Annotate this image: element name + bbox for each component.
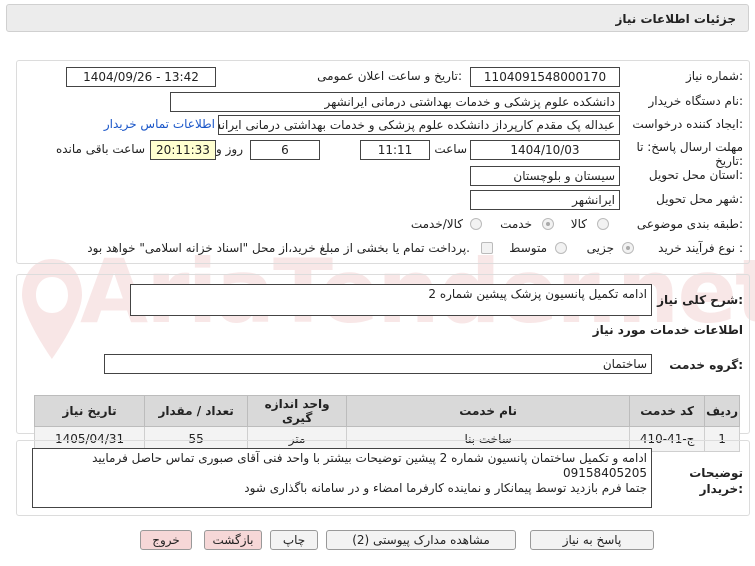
category-option-goods-service: کالا/خدمت bbox=[410, 217, 463, 231]
city-label: شهر محل تحویل: bbox=[656, 192, 743, 206]
page-title: جزئیات اطلاعات نیاز bbox=[6, 4, 749, 32]
process-label: نوع فرآیند خرید : bbox=[658, 241, 743, 255]
notes-line-1: ادامه و تکمیل ساختمان پانسیون شماره 2 پی… bbox=[92, 451, 647, 465]
deadline-date-field: 1404/10/03 bbox=[470, 140, 620, 160]
reply-button[interactable]: پاسخ به نیاز bbox=[530, 530, 654, 550]
treasury-payment-checkbox[interactable] bbox=[481, 242, 493, 254]
remaining-label: ساعت باقی مانده bbox=[55, 142, 145, 156]
need-number-label: شماره نیاز: bbox=[685, 69, 743, 83]
province-label: استان محل تحویل: bbox=[648, 168, 743, 182]
days-field: 6 bbox=[250, 140, 320, 160]
col-date: تاریخ نیاز bbox=[33, 395, 146, 427]
notes-line-3: جتما فرم بازدید توسط پیمانکار و نماینده … bbox=[244, 481, 647, 495]
col-qty: تعداد / مقدار bbox=[144, 395, 249, 427]
process-option-medium: متوسط bbox=[509, 241, 547, 255]
col-row: ردیف bbox=[704, 395, 740, 427]
exit-button[interactable]: خروج bbox=[140, 530, 192, 550]
category-label: طبقه بندی موضوعی: bbox=[636, 217, 743, 231]
city-field: ایرانشهر bbox=[470, 190, 620, 210]
deadline-time-field: 11:11 bbox=[360, 140, 430, 160]
category-radio-goods[interactable] bbox=[597, 218, 609, 230]
buyer-contact-link[interactable]: اطلاعات تماس خریدار bbox=[104, 117, 215, 131]
col-code: کد خدمت bbox=[629, 395, 706, 427]
col-unit: واحد اندازه گیری bbox=[247, 395, 348, 427]
buyer-field: دانشکده علوم پزشکی و خدمات بهداشتی درمان… bbox=[170, 92, 620, 112]
creator-label: ایجاد کننده درخواست: bbox=[632, 117, 743, 131]
back-button[interactable]: بازگشت bbox=[204, 530, 262, 550]
summary-field: ادامه تکمیل پانسیون پزشک پیشین شماره 2 bbox=[130, 284, 652, 316]
announce-field: 1404/09/26 - 13:42 bbox=[66, 67, 216, 87]
col-name: نام خدمت bbox=[346, 395, 631, 427]
treasury-payment-note: پرداخت تمام یا بخشی از مبلغ خرید،از محل … bbox=[87, 241, 470, 255]
notes-line-2: 09158405205 bbox=[563, 466, 647, 480]
table-header-row: ردیف کد خدمت نام خدمت واحد اندازه گیری ت… bbox=[33, 395, 740, 427]
days-label: روز و bbox=[216, 142, 243, 156]
category-option-goods: کالا bbox=[570, 217, 587, 231]
process-option-minor: جزیی bbox=[586, 241, 614, 255]
service-group-label: گروه خدمت: bbox=[669, 358, 743, 372]
process-radio-minor[interactable] bbox=[622, 242, 634, 254]
category-option-service: خدمت bbox=[500, 217, 532, 231]
category-radio-service[interactable] bbox=[542, 218, 554, 230]
buyer-notes-label: توضیحات خریدار: bbox=[689, 466, 743, 496]
remaining-time-field: 20:11:33 bbox=[150, 140, 216, 160]
service-group-field: ساختمان bbox=[104, 354, 652, 374]
summary-label: شرح کلی نیاز: bbox=[657, 293, 743, 307]
province-field: سیستان و بلوچستان bbox=[470, 166, 620, 186]
process-radio-medium[interactable] bbox=[555, 242, 567, 254]
need-number-field: 1104091548000170 bbox=[470, 67, 620, 87]
announce-label: تاریخ و ساعت اعلان عمومی: bbox=[317, 69, 462, 83]
services-section-title: اطلاعات خدمات مورد نیاز bbox=[592, 323, 743, 337]
buyer-notes-field: ادامه و تکمیل ساختمان پانسیون شماره 2 پی… bbox=[32, 448, 652, 508]
category-radio-goods-service[interactable] bbox=[470, 218, 482, 230]
attachments-button[interactable]: مشاهده مدارک پیوستی (2) bbox=[326, 530, 516, 550]
buyer-label: نام دستگاه خریدار: bbox=[648, 94, 744, 108]
deadline-time-label: ساعت bbox=[434, 142, 467, 156]
deadline-label: مهلت ارسال پاسخ: تا تاریخ: bbox=[636, 140, 743, 168]
creator-field: عبداله پک مقدم کارپرداز دانشکده علوم پزش… bbox=[218, 115, 620, 135]
print-button[interactable]: چاپ bbox=[270, 530, 318, 550]
